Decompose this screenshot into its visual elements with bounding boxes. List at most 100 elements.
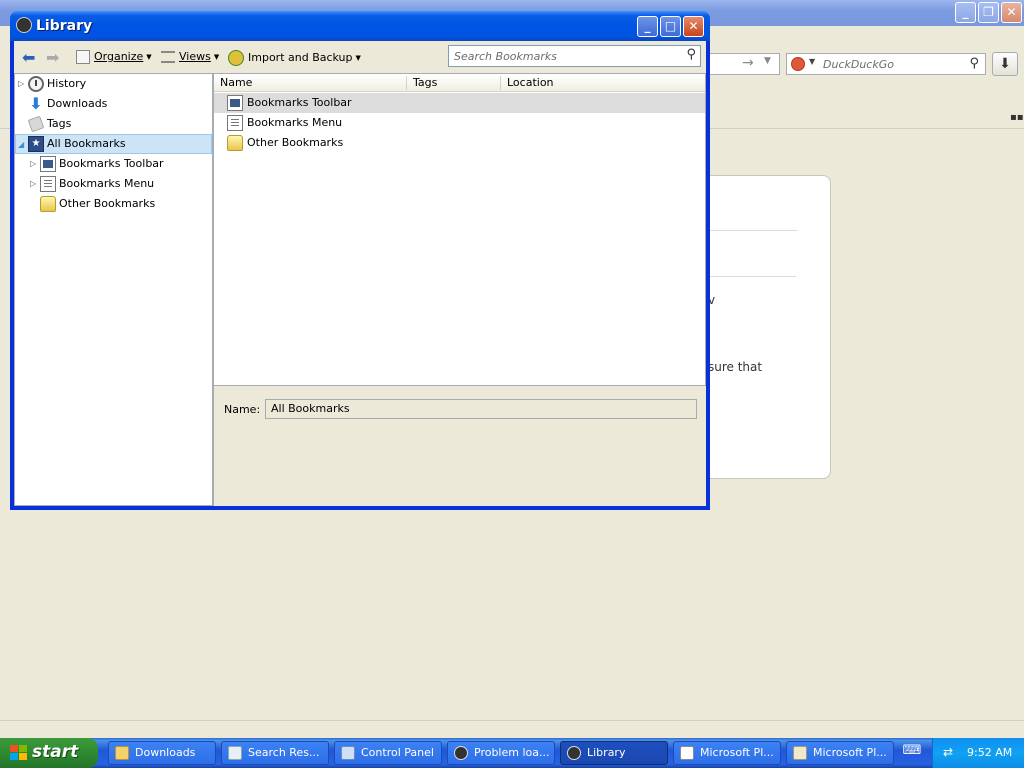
expand-twisty-icon[interactable]: ▷ [30, 174, 36, 194]
clock[interactable]: 9:52 AM [967, 746, 1012, 759]
divider [708, 230, 798, 231]
keyboard-icon[interactable]: ⌨ [902, 743, 922, 763]
import-backup-button[interactable]: Import and Backup ▼ [228, 50, 361, 66]
views-button[interactable]: Views ▼ [161, 50, 219, 63]
maximize-button[interactable]: □ [660, 16, 681, 37]
column-header-location[interactable]: Location [507, 76, 554, 89]
task-label: Downloads [135, 746, 196, 759]
tree-label: All Bookmarks [47, 137, 126, 150]
task-problem-loading[interactable]: Problem loa... [447, 741, 555, 765]
name-field[interactable]: All Bookmarks [265, 399, 697, 419]
tree-label: Bookmarks Menu [59, 177, 155, 190]
task-microsoft-pl-1[interactable]: Microsoft Pl... [673, 741, 781, 765]
back-arrow-icon[interactable]: ⬅ [22, 48, 35, 67]
task-downloads[interactable]: Downloads [108, 741, 216, 765]
tree-label: Downloads [47, 97, 108, 110]
system-tray: ⇄ 9:52 AM [932, 738, 1024, 768]
expand-twisty-icon[interactable]: ▷ [30, 154, 36, 174]
list-row-bookmarks-menu[interactable]: Bookmarks Menu [214, 113, 705, 133]
all-bookmarks-icon: ★ [28, 136, 44, 152]
downloads-button[interactable]: ⬇ [992, 52, 1018, 76]
organize-label: Organize [94, 50, 144, 63]
expand-twisty-icon[interactable]: ▷ [18, 74, 24, 94]
minimize-button[interactable]: _ [955, 2, 976, 23]
dropdown-caret-icon: ▼ [146, 53, 152, 61]
tree-label: Tags [47, 117, 72, 130]
search-icon[interactable]: ⚲ [686, 47, 696, 62]
search-engine-placeholder: DuckDuckGo [823, 58, 894, 71]
bookmarks-menu-icon [227, 115, 243, 131]
tree-item-other-bookmarks[interactable]: Other Bookmarks [15, 194, 212, 214]
task-label: Microsoft Pl... [700, 746, 774, 759]
duckduckgo-icon[interactable] [791, 57, 805, 71]
network-icon[interactable]: ⇄ [943, 745, 959, 761]
task-search-results[interactable]: Search Res... [221, 741, 329, 765]
minimize-button[interactable]: _ [637, 16, 658, 37]
go-arrow-icon[interactable]: → [742, 55, 754, 71]
tree-label: Bookmarks Toolbar [59, 157, 164, 170]
search-bookmarks-input[interactable]: Search Bookmarks ⚲ [448, 45, 701, 67]
close-button[interactable]: ✕ [1001, 2, 1022, 23]
bookmarks-tree: ▷ History ⬇ Downloads Tags ◢ ★ All Bookm… [14, 73, 213, 506]
other-bookmarks-icon [40, 196, 56, 212]
bookmarks-list: Name Tags Location Bookmarks Toolbar Boo… [213, 73, 706, 386]
tree-label: Other Bookmarks [59, 197, 156, 210]
library-window: Library _ □ ✕ ⬅ ➡ Organize ▼ Views ▼ Impor… [10, 11, 710, 510]
views-icon [161, 51, 175, 63]
dropdown-caret-icon: ▼ [213, 53, 220, 61]
name-label: Name: [224, 403, 261, 416]
row-name: Bookmarks Toolbar [247, 96, 352, 109]
downloads-icon: ⬇ [29, 94, 43, 113]
collapse-twisty-icon[interactable]: ◢ [18, 135, 24, 155]
import-backup-icon [228, 50, 244, 66]
library-toolbar: ⬅ ➡ Organize ▼ Views ▼ Import and Backup ▼ … [14, 41, 706, 73]
library-client-area: ⬅ ➡ Organize ▼ Views ▼ Import and Backup ▼ … [14, 41, 706, 506]
import-backup-label: Import and Backup [248, 51, 353, 64]
organize-icon [76, 50, 90, 64]
column-header-tags[interactable]: Tags [413, 76, 437, 89]
restore-button[interactable]: ❐ [978, 2, 999, 23]
library-titlebar[interactable]: Library _ □ ✕ [10, 11, 710, 41]
column-header-name[interactable]: Name [220, 76, 252, 89]
search-icon[interactable]: ⚲ [969, 56, 979, 71]
list-row-other-bookmarks[interactable]: Other Bookmarks [214, 133, 705, 153]
row-name: Other Bookmarks [247, 136, 344, 149]
list-header: Name Tags Location [214, 74, 705, 92]
list-row-bookmarks-toolbar[interactable]: Bookmarks Toolbar [214, 93, 705, 113]
task-control-panel[interactable]: Control Panel [334, 741, 442, 765]
tree-item-bookmarks-toolbar[interactable]: ▷ Bookmarks Toolbar [15, 154, 212, 174]
bookmarks-toolbar-icon [40, 156, 56, 172]
taskbar: start Downloads Search Res... Control Pa… [0, 738, 1024, 768]
tree-item-all-bookmarks[interactable]: ◢ ★ All Bookmarks [15, 134, 212, 154]
forward-arrow-icon[interactable]: ➡ [46, 48, 59, 67]
page-text-fragment: sure that [708, 360, 763, 374]
tree-item-downloads[interactable]: ⬇ Downloads [15, 94, 212, 114]
task-library[interactable]: Library [560, 741, 668, 765]
task-microsoft-pl-2[interactable]: Microsoft Pl... [786, 741, 894, 765]
bookmarks-menu-icon [40, 176, 56, 192]
views-label: Views [179, 50, 211, 63]
engine-dropdown-icon[interactable]: ▼ [809, 57, 815, 66]
other-bookmarks-icon [227, 135, 243, 151]
windows-flag-icon [10, 745, 28, 761]
tree-item-history[interactable]: ▷ History [15, 74, 212, 94]
row-name: Bookmarks Menu [247, 116, 343, 129]
organize-button[interactable]: Organize ▼ [76, 50, 152, 64]
firefox-icon [16, 17, 32, 33]
browser-search-box[interactable]: ▼ DuckDuckGo ⚲ [786, 53, 986, 75]
close-button[interactable]: ✕ [683, 16, 704, 37]
search-placeholder: Search Bookmarks [454, 50, 557, 63]
history-icon [28, 76, 44, 92]
tree-item-tags[interactable]: Tags [15, 114, 212, 134]
details-pane: Name: All Bookmarks [213, 386, 706, 506]
url-dropdown-icon[interactable]: ▼ [764, 56, 771, 66]
grid-grip-icon[interactable]: ▪▪ [1010, 112, 1024, 123]
tree-item-bookmarks-menu[interactable]: ▷ Bookmarks Menu [15, 174, 212, 194]
column-divider[interactable] [406, 76, 407, 90]
status-bar [0, 720, 1024, 740]
dropdown-caret-icon: ▼ [355, 54, 361, 62]
task-label: Microsoft Pl... [813, 746, 887, 759]
start-button[interactable]: start [0, 738, 98, 768]
column-divider[interactable] [500, 76, 501, 90]
tags-icon [27, 115, 45, 133]
